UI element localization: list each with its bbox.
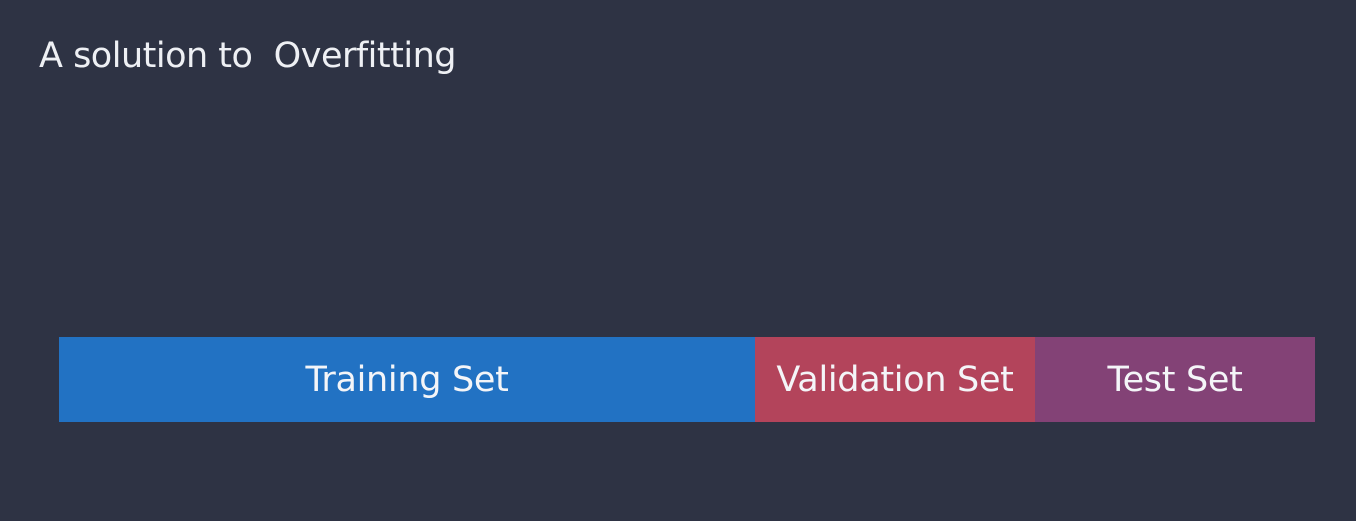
- training-set-label: Training Set: [305, 359, 509, 400]
- slide-title: A solution to Overfitting: [39, 36, 456, 76]
- validation-set-label: Validation Set: [776, 359, 1014, 400]
- dataset-split-bar: Training Set Validation Set Test Set: [59, 337, 1315, 422]
- validation-set-segment: Validation Set: [755, 337, 1035, 422]
- test-set-label: Test Set: [1107, 359, 1243, 400]
- test-set-segment: Test Set: [1035, 337, 1315, 422]
- training-set-segment: Training Set: [59, 337, 755, 422]
